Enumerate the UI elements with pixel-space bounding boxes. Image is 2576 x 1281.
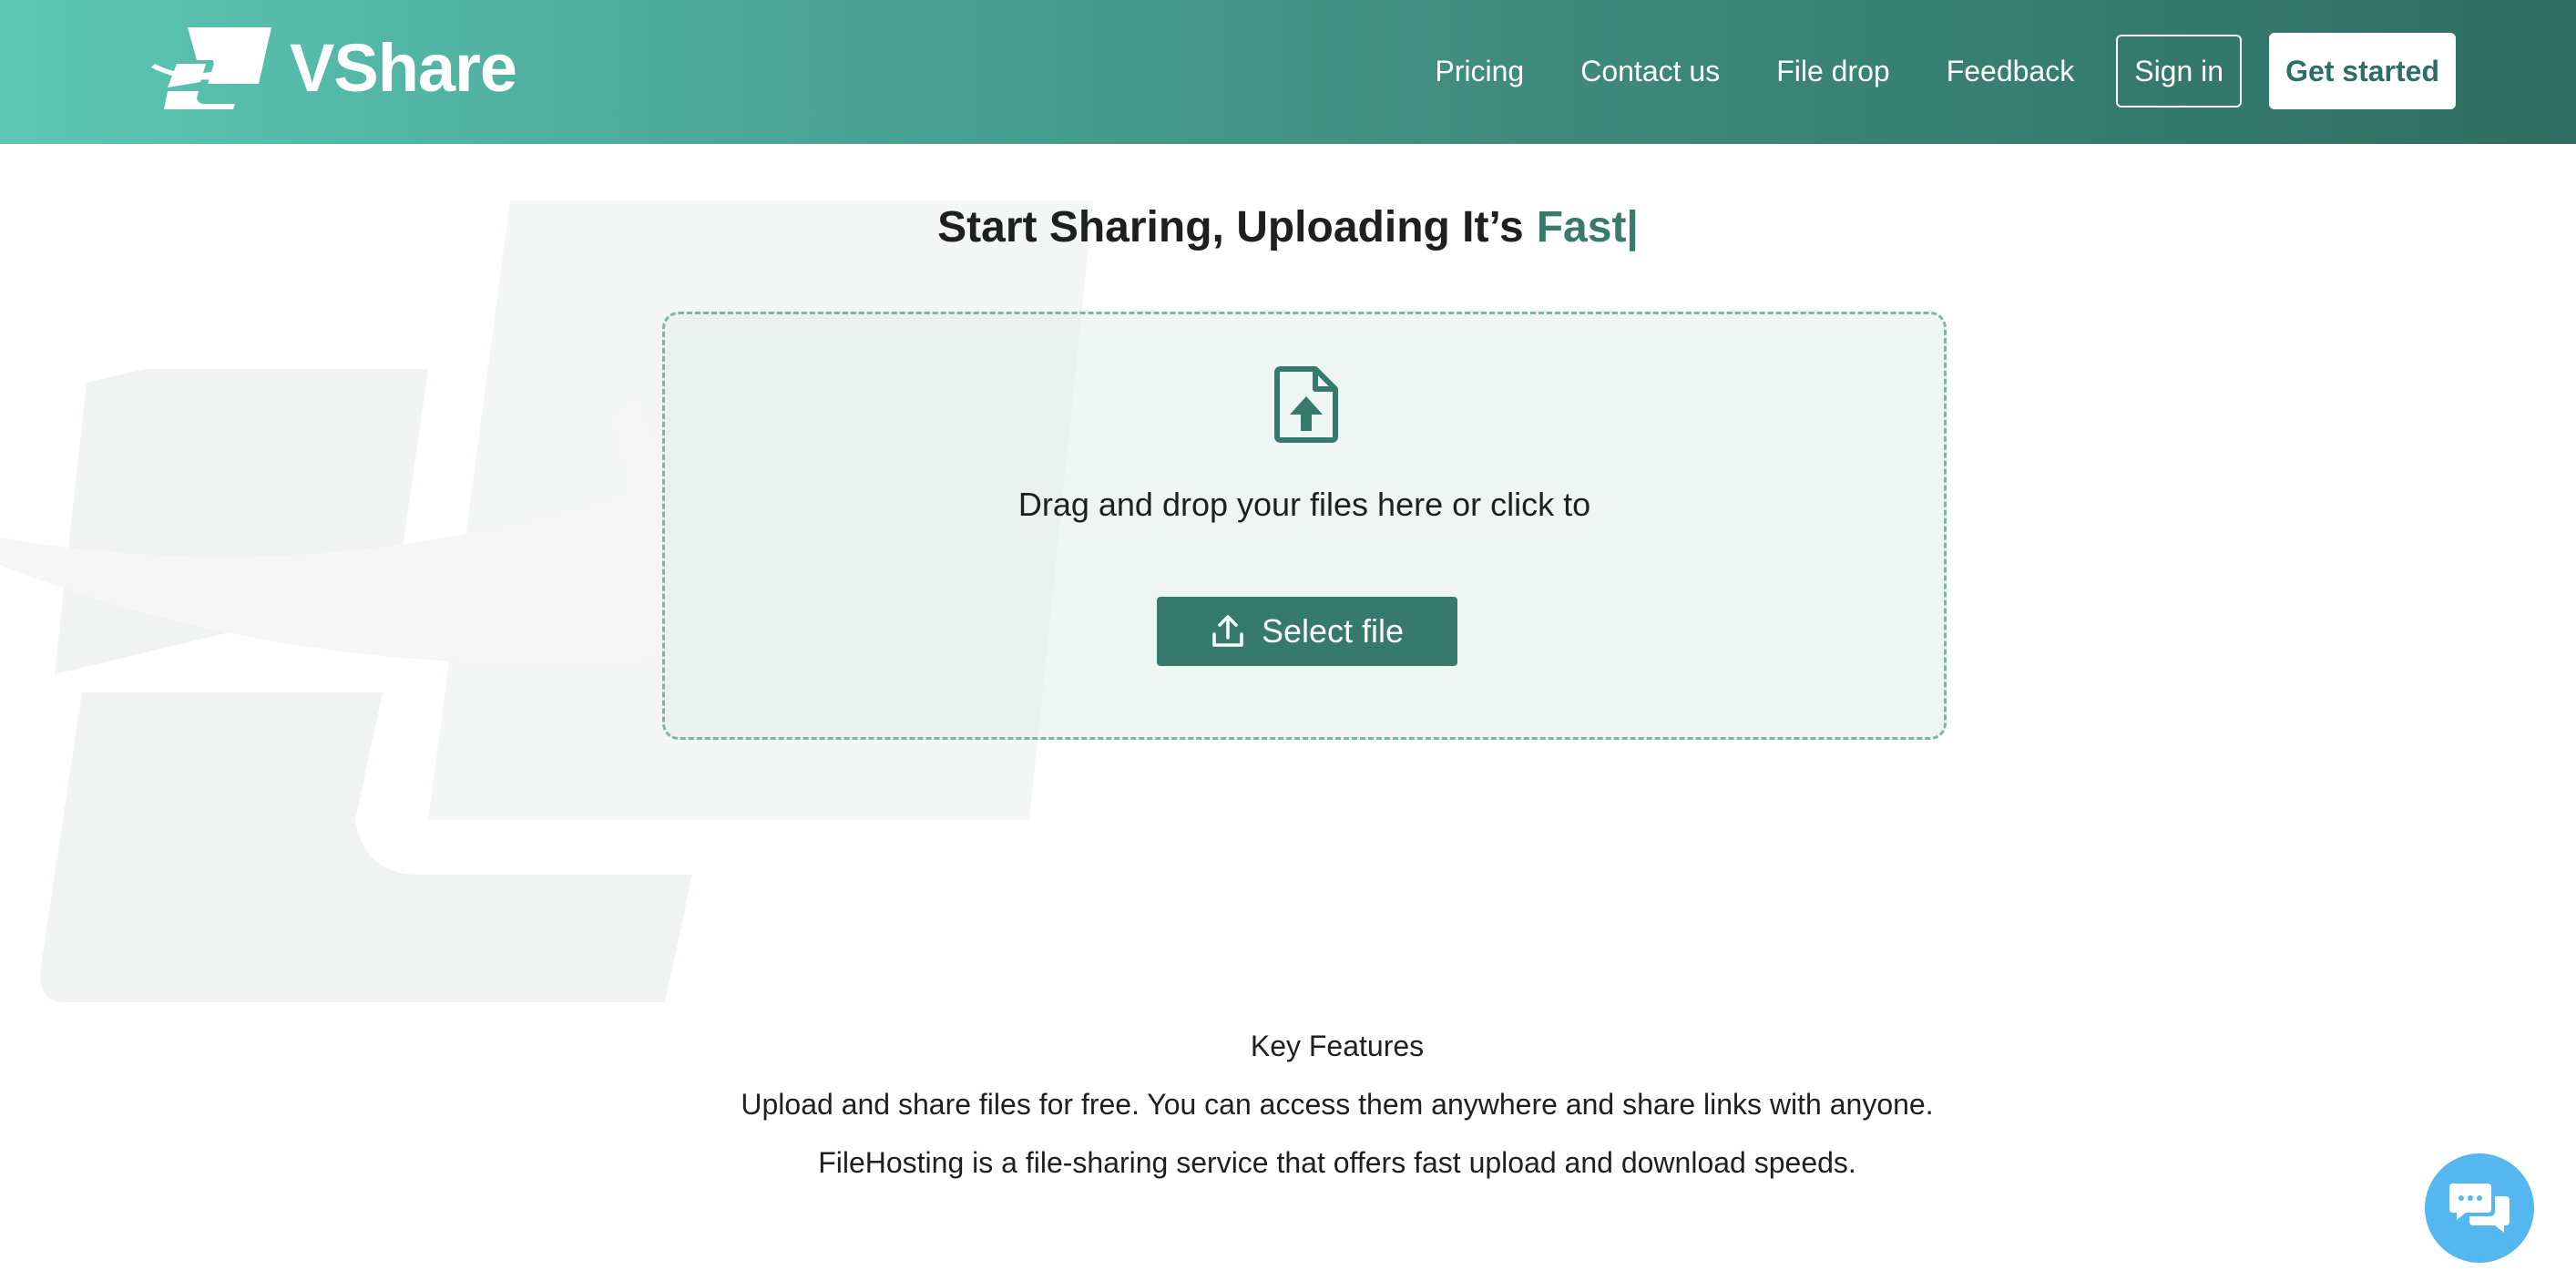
drop-instructions: Drag and drop your files here or click t…	[1017, 486, 1591, 523]
select-file-label: Select file	[1261, 612, 1405, 650]
sign-in-button[interactable]: Sign in	[2116, 35, 2243, 108]
headline-text: Start Sharing, Uploading It’s	[937, 203, 1524, 251]
upload-icon	[1212, 615, 1243, 647]
features-title: Key Features	[1250, 1030, 1425, 1062]
vshare-logo-icon	[151, 27, 271, 109]
brand-logo[interactable]: VShare	[151, 24, 517, 111]
file-drop-zone[interactable]: Drag and drop your files here or click t…	[662, 312, 1947, 740]
features-line-1: Upload and share files for free. You can…	[741, 1088, 1934, 1121]
nav-pricing[interactable]: Pricing	[1435, 55, 1524, 88]
page: VShare Pricing Contact us File drop Feed…	[0, 0, 2576, 1281]
nav-file-drop[interactable]: File drop	[1776, 55, 1890, 88]
select-file-button[interactable]: Select file	[1157, 597, 1457, 666]
get-started-button[interactable]: Get started	[2269, 33, 2456, 109]
brand-name: VShare	[290, 29, 517, 106]
headline-typed-word: Fast|	[1536, 203, 1639, 251]
header: VShare Pricing Contact us File drop Feed…	[0, 0, 2576, 144]
main-nav: Pricing Contact us File drop Feedback Si…	[1435, 33, 2456, 109]
nav-feedback[interactable]: Feedback	[1947, 55, 2075, 88]
hero-headline: Start Sharing, Uploading It’s Fast|	[0, 202, 2576, 252]
chat-widget-button[interactable]	[2425, 1153, 2534, 1263]
nav-contact-us[interactable]: Contact us	[1580, 55, 1720, 88]
chat-icon	[2449, 1184, 2510, 1233]
features-line-2: FileHosting is a file-sharing service th…	[818, 1146, 1856, 1179]
file-upload-icon	[1274, 366, 1338, 443]
